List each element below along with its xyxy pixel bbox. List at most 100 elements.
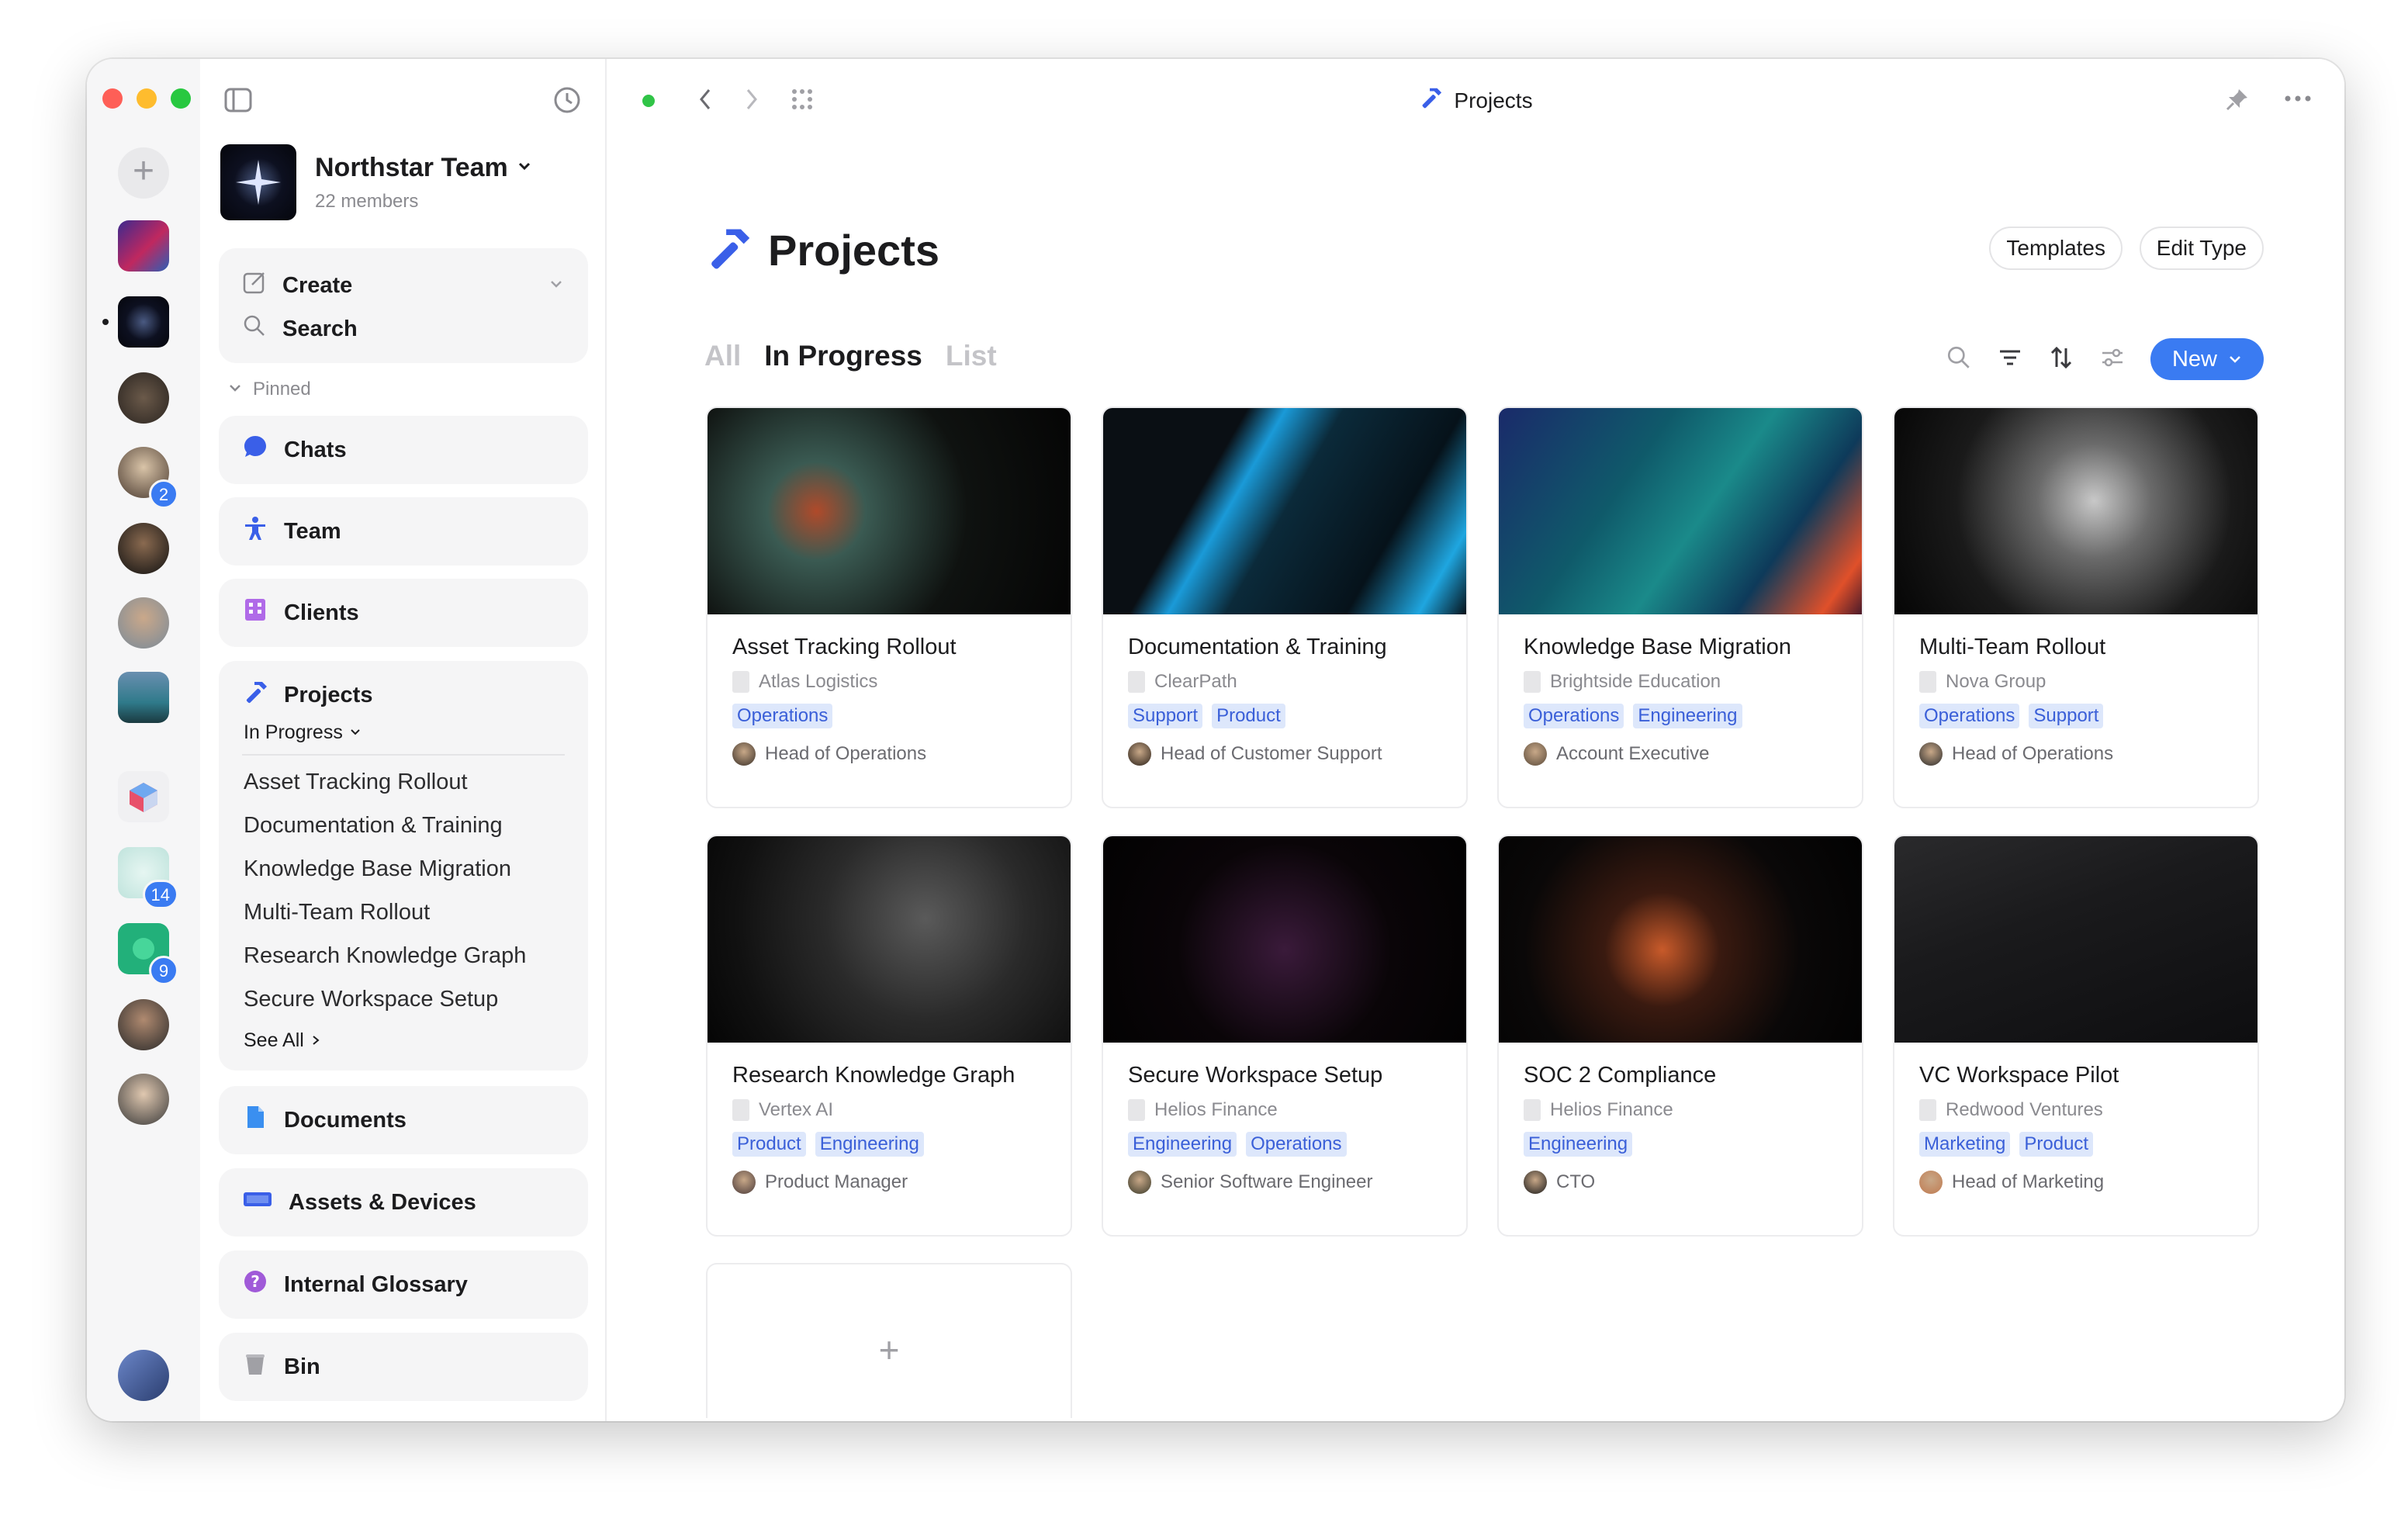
sort-icon[interactable] [2048,344,2074,375]
sidebar-item-team[interactable]: Team [219,497,588,566]
add-project-card[interactable]: + [706,1263,1072,1418]
sidebar-project-link[interactable]: Documentation & Training [219,804,588,847]
app-icon[interactable]: 14 [118,847,178,909]
contact-avatar[interactable] [118,999,169,1050]
sidebar-item-label: Assets & Devices [289,1189,476,1215]
settings-sliders-icon[interactable] [2099,344,2126,375]
workspace-avatar-active[interactable] [102,296,169,348]
tag-badge[interactable]: Engineering [1128,1132,1237,1157]
client-name: Helios Finance [1550,1099,1673,1120]
client-document-icon [1128,1099,1145,1121]
sidebar-project-link[interactable]: Research Knowledge Graph [219,934,588,977]
project-owner[interactable]: CTO [1524,1171,1837,1194]
owner-avatar [1128,1171,1151,1194]
unread-badge: 2 [149,479,178,509]
app-icon[interactable] [118,771,169,822]
tag-badge[interactable]: Marketing [1919,1132,2011,1157]
sidebar-item-chats[interactable]: Chats [219,416,588,484]
project-card[interactable]: SOC 2 Compliance Helios Finance Engineer… [1497,835,1863,1237]
project-owner[interactable]: Head of Operations [1919,742,2233,766]
project-client[interactable]: Redwood Ventures [1919,1099,2233,1121]
project-owner[interactable]: Senior Software Engineer [1128,1171,1441,1194]
new-button[interactable]: New [2150,338,2264,380]
zoom-window-button[interactable] [171,88,191,109]
workspace-rail: + 2 14 9 [87,59,200,1421]
edit-type-button[interactable]: Edit Type [2139,227,2264,270]
chevron-down-icon [2228,338,2242,380]
tag-badge[interactable]: Product [1212,704,1285,728]
filter-icon[interactable] [1997,344,2023,375]
sidebar-project-link[interactable]: Multi-Team Rollout [219,891,588,934]
project-card[interactable]: Knowledge Base Migration Brightside Educ… [1497,406,1863,808]
project-card[interactable]: Research Knowledge Graph Vertex AI Produ… [706,835,1072,1237]
see-all-link[interactable]: See All [219,1021,588,1060]
projects-filter-dropdown[interactable]: In Progress [219,717,588,748]
project-client[interactable]: Helios Finance [1524,1099,1837,1121]
contact-avatar[interactable]: 2 [118,447,178,509]
project-client[interactable]: Brightside Education [1524,671,1837,693]
project-owner[interactable]: Head of Marketing [1919,1171,2233,1194]
sidebar-project-link[interactable]: Knowledge Base Migration [219,847,588,891]
tag-badge[interactable]: Support [1128,704,1203,728]
tag-badge[interactable]: Product [732,1132,806,1157]
tag-badge[interactable]: Product [2019,1132,2094,1157]
tag-badge[interactable]: Engineering [815,1132,924,1157]
sidebar-item-projects[interactable]: Projects [219,673,588,717]
sidebar-item-label: Projects [284,682,373,707]
create-button[interactable]: Create [219,264,588,307]
team-switcher[interactable]: Northstar Team 22 members [220,144,533,220]
project-card[interactable]: Documentation & Training ClearPath Suppo… [1102,406,1468,808]
tag-badge[interactable]: Operations [732,704,833,728]
project-owner[interactable]: Account Executive [1524,742,1837,766]
add-workspace-button[interactable]: + [118,147,169,199]
project-card[interactable]: VC Workspace Pilot Redwood Ventures Mark… [1893,835,2259,1237]
search-icon[interactable] [1946,344,1972,375]
templates-button[interactable]: Templates [1989,227,2123,270]
pin-icon[interactable] [2225,87,2250,116]
search-button[interactable]: Search [219,307,588,351]
tag-badge[interactable]: Operations [1919,704,2020,728]
more-icon[interactable] [2284,93,2312,107]
sidebar-item-glossary[interactable]: ? Internal Glossary [219,1250,588,1319]
close-window-button[interactable] [102,88,123,109]
tag-badge[interactable]: Support [2029,704,2104,728]
tag-badge[interactable]: Engineering [1524,1132,1633,1157]
sidebar-item-clients[interactable]: Clients [219,579,588,647]
tag-badge[interactable]: Engineering [1633,704,1742,728]
workspace-avatar[interactable] [118,672,169,723]
sidebar-toggle-icon[interactable] [223,85,253,119]
sidebar-project-link[interactable]: Asset Tracking Rollout [219,760,588,804]
contact-avatar[interactable] [118,523,169,574]
project-card[interactable]: Secure Workspace Setup Helios Finance En… [1102,835,1468,1237]
tab-list[interactable]: List [946,340,997,372]
project-client[interactable]: Vertex AI [732,1099,1046,1121]
project-client[interactable]: ClearPath [1128,671,1441,693]
history-icon[interactable] [552,85,582,119]
pinned-section-toggle[interactable]: Pinned [228,379,311,400]
project-client[interactable]: Atlas Logistics [732,671,1046,693]
project-card[interactable]: Multi-Team Rollout Nova Group Operations… [1893,406,2259,808]
workspace-avatar[interactable] [118,372,169,424]
project-owner[interactable]: Head of Operations [732,742,1046,766]
project-owner[interactable]: Head of Customer Support [1128,742,1441,766]
tab-all[interactable]: All [704,340,741,372]
minimize-window-button[interactable] [137,88,157,109]
tab-in-progress[interactable]: In Progress [764,340,922,372]
tag-badge[interactable]: Operations [1246,1132,1347,1157]
sidebar-project-link[interactable]: Secure Workspace Setup [219,977,588,1021]
sidebar-item-documents[interactable]: Documents [219,1086,588,1154]
contact-avatar[interactable] [118,1074,169,1125]
workspace-avatar[interactable] [118,220,169,272]
project-owner[interactable]: Product Manager [732,1171,1046,1194]
contact-avatar[interactable] [118,597,169,649]
project-client[interactable]: Helios Finance [1128,1099,1441,1121]
sidebar-item-assets[interactable]: Assets & Devices [219,1168,588,1237]
current-user-avatar[interactable] [118,1350,169,1401]
sidebar-item-bin[interactable]: Bin [219,1333,588,1401]
project-client[interactable]: Nova Group [1919,671,2233,693]
app-icon[interactable]: 9 [118,923,178,985]
chevron-down-icon[interactable] [548,273,565,299]
project-card[interactable]: Asset Tracking Rollout Atlas Logistics O… [706,406,1072,808]
tag-badge[interactable]: Operations [1524,704,1624,728]
view-tabs: All In Progress List [704,340,997,372]
